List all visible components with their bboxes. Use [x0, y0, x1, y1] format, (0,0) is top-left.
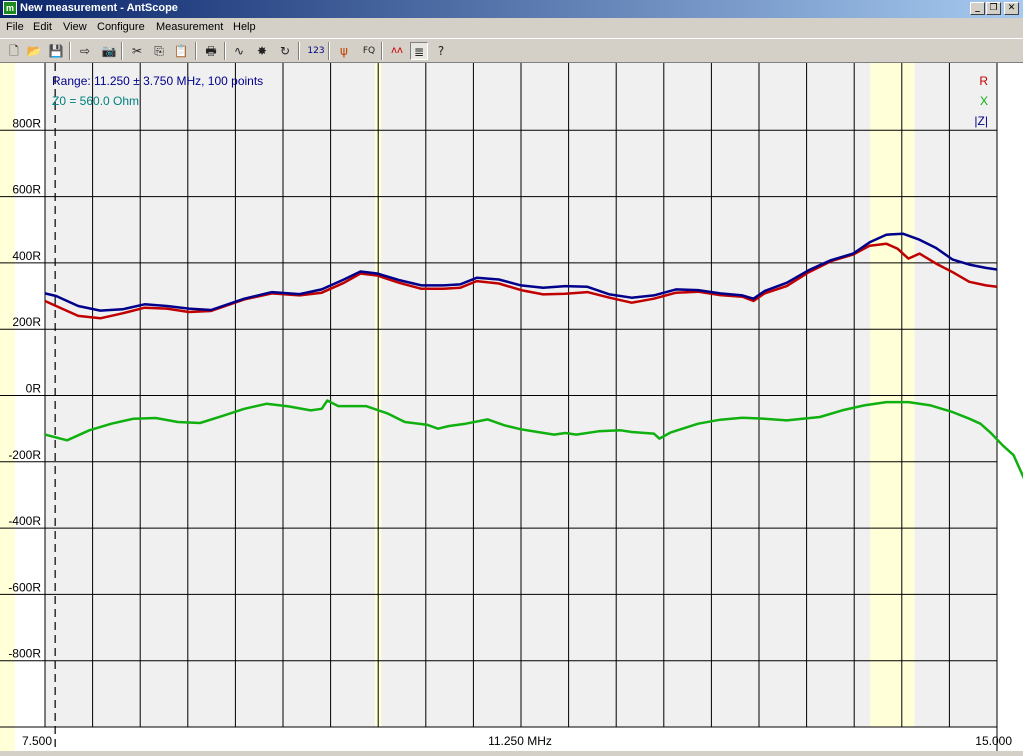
y-tick-label: 800R — [12, 116, 41, 130]
refresh-button[interactable]: ↻ — [276, 42, 294, 60]
y-tick-label: 0R — [26, 382, 42, 396]
restore-button[interactable]: ❐ — [986, 2, 1001, 15]
toolbar-separator — [328, 42, 330, 60]
list-icon: ≣ — [413, 45, 425, 59]
menu-edit[interactable]: Edit — [33, 21, 52, 33]
legend-z: |Z| — [974, 114, 988, 128]
star-icon: ✸ — [256, 44, 268, 58]
copy-button[interactable]: ⎘ — [150, 42, 168, 60]
menu-view[interactable]: View — [63, 21, 87, 33]
waveform-button[interactable]: ʌʌ — [388, 42, 406, 60]
chart-icon: ∿ — [233, 44, 245, 58]
new-file-button[interactable]: 🗋 — [5, 42, 23, 60]
new-file-icon: 🗋 — [9, 44, 19, 58]
fq-button[interactable]: FQ — [358, 42, 380, 60]
menu-help[interactable]: Help — [233, 21, 256, 33]
close-button[interactable]: ✕ — [1004, 2, 1019, 15]
refresh-icon: ↻ — [279, 44, 291, 58]
range-label: Range: 11.250 ± 3.750 MHz, 100 points — [52, 74, 263, 88]
title-bar: m New measurement - AntScope _ ❐ ✕ — [0, 0, 1023, 18]
menu-measurement[interactable]: Measurement — [156, 21, 223, 33]
save-icon: 💾 — [48, 44, 64, 58]
fq-icon: FQ — [362, 46, 376, 56]
chart-button[interactable]: ∿ — [230, 42, 248, 60]
print-button[interactable]: 🖶 — [202, 42, 220, 60]
export-icon: ⇨ — [79, 44, 91, 58]
paste-button[interactable]: 📋 — [172, 42, 190, 60]
plot-area: 800R 600R 400R 200R 0R -200R -400R -600R -800R 7.… — [0, 63, 1023, 751]
camera-icon: 📷 — [101, 44, 117, 58]
x-tick-label: 11.250 MHz — [488, 734, 552, 748]
y-tick-label: -400R — [8, 514, 41, 528]
print-icon: 🖶 — [205, 44, 217, 58]
minimize-button[interactable]: _ — [970, 2, 985, 15]
toolbar-separator — [298, 42, 300, 60]
numbers-button[interactable]: 123 — [305, 42, 327, 60]
help-button[interactable]: ? — [432, 42, 450, 60]
cut-icon: ✂ — [131, 44, 143, 58]
menu-configure[interactable]: Configure — [97, 21, 145, 33]
x-tick-label: 15.000 — [975, 734, 1012, 748]
open-folder-button[interactable]: 📂 — [25, 42, 43, 60]
star-button[interactable]: ✸ — [253, 42, 271, 60]
app-icon: m — [3, 1, 17, 15]
antenna-icon: ψ — [340, 44, 348, 58]
toolbar-separator — [381, 42, 383, 60]
toolbar-separator — [121, 42, 123, 60]
y-tick-label: 600R — [12, 183, 41, 197]
help-icon: ? — [437, 44, 445, 58]
waveform-icon: ʌʌ — [391, 45, 403, 56]
legend-x: X — [980, 94, 988, 108]
legend-r: R — [979, 74, 988, 88]
z0-label: Z0 = 560.0 Ohm — [52, 94, 139, 108]
y-tick-label: 200R — [12, 315, 41, 329]
x-tick-label: 7.500 — [22, 734, 52, 748]
y-tick-label: 400R — [12, 249, 41, 263]
impedance-chart: 800R 600R 400R 200R 0R -200R -400R -600R -800R 7.… — [0, 63, 1023, 751]
toolbar-separator — [69, 42, 71, 60]
y-tick-label: -600R — [8, 580, 41, 594]
menu-bar: File Edit View Configure Measurement Hel… — [0, 18, 1023, 38]
save-button[interactable]: 💾 — [47, 42, 65, 60]
toolbar: 🗋 📂 💾 ⇨ 📷 ✂ ⎘ 📋 🖶 ∿ ✸ ↻ 123 ψ FQ ʌʌ ≣? — [0, 38, 1023, 63]
camera-button[interactable]: 📷 — [100, 42, 118, 60]
toolbar-separator — [224, 42, 226, 60]
window-title: New measurement - AntScope — [20, 2, 178, 14]
export-button[interactable]: ⇨ — [76, 42, 94, 60]
y-tick-label: -200R — [8, 448, 41, 462]
open-folder-icon: 📂 — [26, 44, 42, 58]
copy-icon: ⎘ — [154, 44, 164, 58]
numbers-icon: 123 — [307, 46, 325, 56]
y-tick-label: -800R — [8, 647, 41, 661]
list-button[interactable]: ≣ — [410, 42, 428, 60]
paste-icon: 📋 — [173, 44, 189, 58]
toolbar-separator — [195, 42, 197, 60]
menu-file[interactable]: File — [6, 21, 24, 33]
cut-button[interactable]: ✂ — [128, 42, 146, 60]
antenna-button[interactable]: ψ — [335, 42, 353, 60]
